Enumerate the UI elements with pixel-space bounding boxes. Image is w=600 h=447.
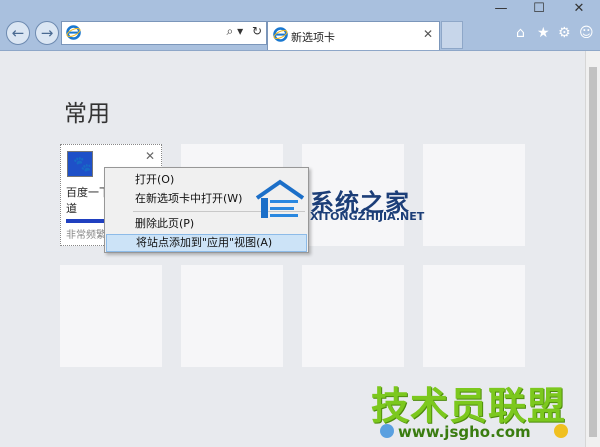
tab-new-tab[interactable]: 新选项卡 ✕ [267, 21, 440, 50]
feedback-smiley-icon[interactable]: ☺ [579, 25, 594, 41]
ie-logo-icon [273, 27, 288, 42]
close-tab-icon[interactable]: ✕ [423, 27, 433, 41]
address-bar[interactable]: ⌕ ▾ ↻ [61, 21, 267, 45]
scrollbar-thumb[interactable] [589, 67, 597, 437]
house-logo-icon [255, 179, 305, 218]
empty-tile[interactable] [181, 265, 283, 367]
refresh-icon[interactable]: ↻ [252, 24, 262, 38]
forward-arrow-icon: → [40, 24, 54, 42]
favorites-star-icon[interactable]: ★ [537, 25, 550, 41]
close-icon[interactable]: ✕ [145, 149, 155, 163]
baidu-paw-icon: 🐾 [67, 151, 93, 177]
new-tab-button[interactable] [441, 21, 463, 49]
menu-item-add-to-apps[interactable]: 将站点添加到"应用"视图(A) [106, 234, 307, 252]
forward-button[interactable]: → [35, 21, 59, 45]
tab-title: 新选项卡 [291, 31, 335, 44]
watermark-domain: XITONGZHIJIA.NET [310, 210, 425, 223]
back-arrow-icon: ← [11, 24, 25, 42]
browser-chrome: — ☐ ✕ ← → ⌕ ▾ ↻ 新选项卡 ✕ ⌂ ★ ⚙ ☺ [0, 0, 600, 51]
tile-frequency-label: 非常频繁 [66, 230, 106, 241]
watermark-url: www.jsgho.com [398, 423, 531, 441]
home-icon[interactable]: ⌂ [516, 25, 525, 41]
ie-logo-icon [66, 25, 81, 40]
gear-icon[interactable]: ⚙ [558, 25, 571, 41]
search-icon[interactable]: ⌕ ▾ [227, 24, 244, 38]
empty-tile[interactable] [60, 265, 162, 367]
smiley-icon [554, 424, 568, 438]
empty-tile[interactable] [302, 265, 404, 367]
address-tools[interactable]: ⌕ ▾ ↻ [227, 24, 262, 39]
empty-tile[interactable] [423, 265, 525, 367]
ie-logo-icon [380, 424, 394, 438]
close-window-button[interactable]: ✕ [564, 0, 594, 18]
watermark-brand-2: 技术员联盟 [371, 384, 567, 428]
vertical-scrollbar[interactable] [585, 51, 600, 447]
empty-tile[interactable] [423, 144, 525, 246]
minimize-button[interactable]: — [486, 0, 516, 18]
page-title: 常用 [64, 101, 110, 127]
back-button[interactable]: ← [6, 21, 30, 45]
maximize-button[interactable]: ☐ [524, 0, 554, 18]
